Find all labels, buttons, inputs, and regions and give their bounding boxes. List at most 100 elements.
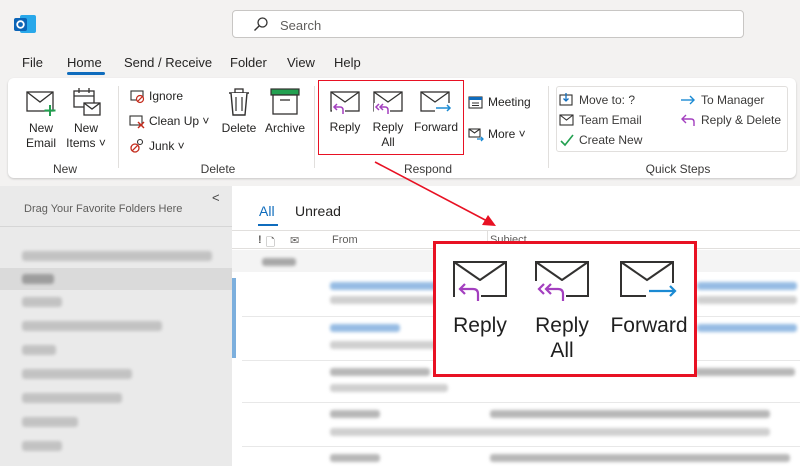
from-column[interactable]: From <box>332 234 358 246</box>
active-filter-indicator <box>258 224 278 226</box>
reply-all-label-1: Reply <box>372 120 404 134</box>
message-sender[interactable] <box>330 454 380 462</box>
message-sender[interactable] <box>330 410 380 418</box>
message-preview <box>330 296 440 304</box>
clean-up-button[interactable]: Clean Up ˅ <box>129 113 209 129</box>
group-label-quick-steps: Quick Steps <box>645 162 711 176</box>
message-preview <box>330 384 448 392</box>
ribbon-separator <box>548 86 549 168</box>
new-email-button[interactable]: New Email <box>22 87 60 151</box>
folder-item[interactable] <box>22 441 62 451</box>
junk-button[interactable]: Junk ˅ <box>129 138 185 154</box>
more-respond-button[interactable]: More ˅ <box>468 126 526 142</box>
reply-button[interactable]: Reply <box>326 90 364 135</box>
collapse-pane-icon[interactable]: < <box>212 190 220 205</box>
tab-home[interactable]: Home <box>67 55 102 70</box>
filter-tab-unread[interactable]: Unread <box>295 203 341 219</box>
tab-folder[interactable]: Folder <box>230 55 267 70</box>
group-header-text <box>262 258 296 266</box>
reply-icon <box>330 91 360 115</box>
tab-help[interactable]: Help <box>334 55 361 70</box>
ignore-button[interactable]: Ignore <box>129 88 183 104</box>
folder-item[interactable] <box>22 251 212 261</box>
junk-icon <box>130 138 144 153</box>
row-divider <box>242 402 800 403</box>
reply-all-button[interactable]: Reply All <box>369 90 407 150</box>
quick-step-reply-delete[interactable]: Reply & Delete <box>679 112 781 128</box>
forward-icon <box>420 91 452 113</box>
quick-step-move-to[interactable]: Move to: ? <box>559 92 635 108</box>
new-email-icon <box>26 91 56 116</box>
new-items-button[interactable]: New Items ˅ <box>66 87 106 151</box>
ribbon-separator <box>118 86 119 168</box>
message-subject <box>490 454 790 462</box>
callout-reply-button[interactable]: Reply <box>450 259 510 338</box>
create-new-check-icon <box>560 134 574 147</box>
callout-forward-button[interactable]: Forward <box>606 259 692 338</box>
trash-icon <box>229 88 249 116</box>
callout-reply-label: Reply <box>453 314 507 337</box>
to-manager-arrow-icon <box>681 95 695 105</box>
importance-column[interactable]: ! <box>258 234 262 246</box>
new-items-label-1: New <box>73 121 98 135</box>
to-manager-label: To Manager <box>701 93 765 107</box>
reply-label: Reply <box>329 120 361 134</box>
junk-label: Junk ˅ <box>149 139 185 153</box>
archive-icon <box>270 88 300 115</box>
team-email-label: Team Email <box>579 113 642 127</box>
move-to-label: Move to: ? <box>579 93 636 107</box>
message-subject <box>697 282 797 290</box>
folder-item[interactable] <box>22 297 62 307</box>
meeting-icon <box>468 96 483 109</box>
tab-file[interactable]: File <box>22 55 43 70</box>
folder-item[interactable] <box>22 393 122 403</box>
tab-send-receive[interactable]: Send / Receive <box>124 55 212 70</box>
reply-icon <box>453 261 507 302</box>
group-label-delete: Delete <box>200 162 236 176</box>
active-tab-indicator <box>67 72 105 75</box>
ribbon-separator <box>314 86 315 168</box>
search-input[interactable]: Search <box>232 10 744 38</box>
search-icon <box>254 17 268 31</box>
ignore-icon <box>130 90 145 104</box>
meeting-button[interactable]: Meeting <box>468 94 531 110</box>
reply-delete-icon <box>681 114 695 126</box>
folder-item[interactable] <box>22 417 78 427</box>
meeting-label: Meeting <box>488 95 531 109</box>
folder-item[interactable] <box>22 345 56 355</box>
message-preview <box>330 428 770 436</box>
message-preview <box>330 341 440 349</box>
callout-reply-all-button[interactable]: Reply All <box>530 259 594 363</box>
message-sender[interactable] <box>330 324 400 332</box>
search-placeholder: Search <box>280 18 322 33</box>
reply-delete-label: Reply & Delete <box>701 113 782 127</box>
clean-up-icon <box>129 115 145 129</box>
delete-button[interactable]: Delete <box>221 87 257 136</box>
quick-step-to-manager[interactable]: To Manager <box>679 92 764 108</box>
message-subject <box>490 410 770 418</box>
callout-reply-all-label-2: All <box>550 339 574 362</box>
reply-all-label-2: All <box>381 135 395 149</box>
group-label-respond: Respond <box>403 162 453 176</box>
create-new-label: Create New <box>579 133 643 147</box>
message-sender[interactable] <box>330 368 430 376</box>
forward-icon <box>620 261 679 299</box>
folder-item[interactable] <box>22 321 162 331</box>
quick-step-team-email[interactable]: Team Email <box>559 112 642 128</box>
filter-tab-all[interactable]: All <box>259 203 275 219</box>
quick-step-create-new[interactable]: Create New <box>559 132 642 148</box>
new-email-label-2: Email <box>25 136 56 150</box>
archive-button[interactable]: Archive <box>263 87 307 136</box>
respond-zoom-callout: Reply Reply All Forward <box>433 241 697 377</box>
folder-item[interactable] <box>22 369 132 379</box>
reminder-column-icon[interactable]: ✉ <box>290 234 299 247</box>
outlook-logo-icon <box>14 15 36 33</box>
tab-view[interactable]: View <box>287 55 315 70</box>
folder-item[interactable] <box>22 274 54 284</box>
forward-button[interactable]: Forward <box>412 90 460 135</box>
message-sender[interactable] <box>330 282 440 290</box>
menu-bar: File Home Send / Receive Folder View Hel… <box>0 50 800 76</box>
row-divider <box>242 446 800 447</box>
move-to-folder-icon <box>559 93 573 106</box>
message-subject <box>697 324 797 332</box>
